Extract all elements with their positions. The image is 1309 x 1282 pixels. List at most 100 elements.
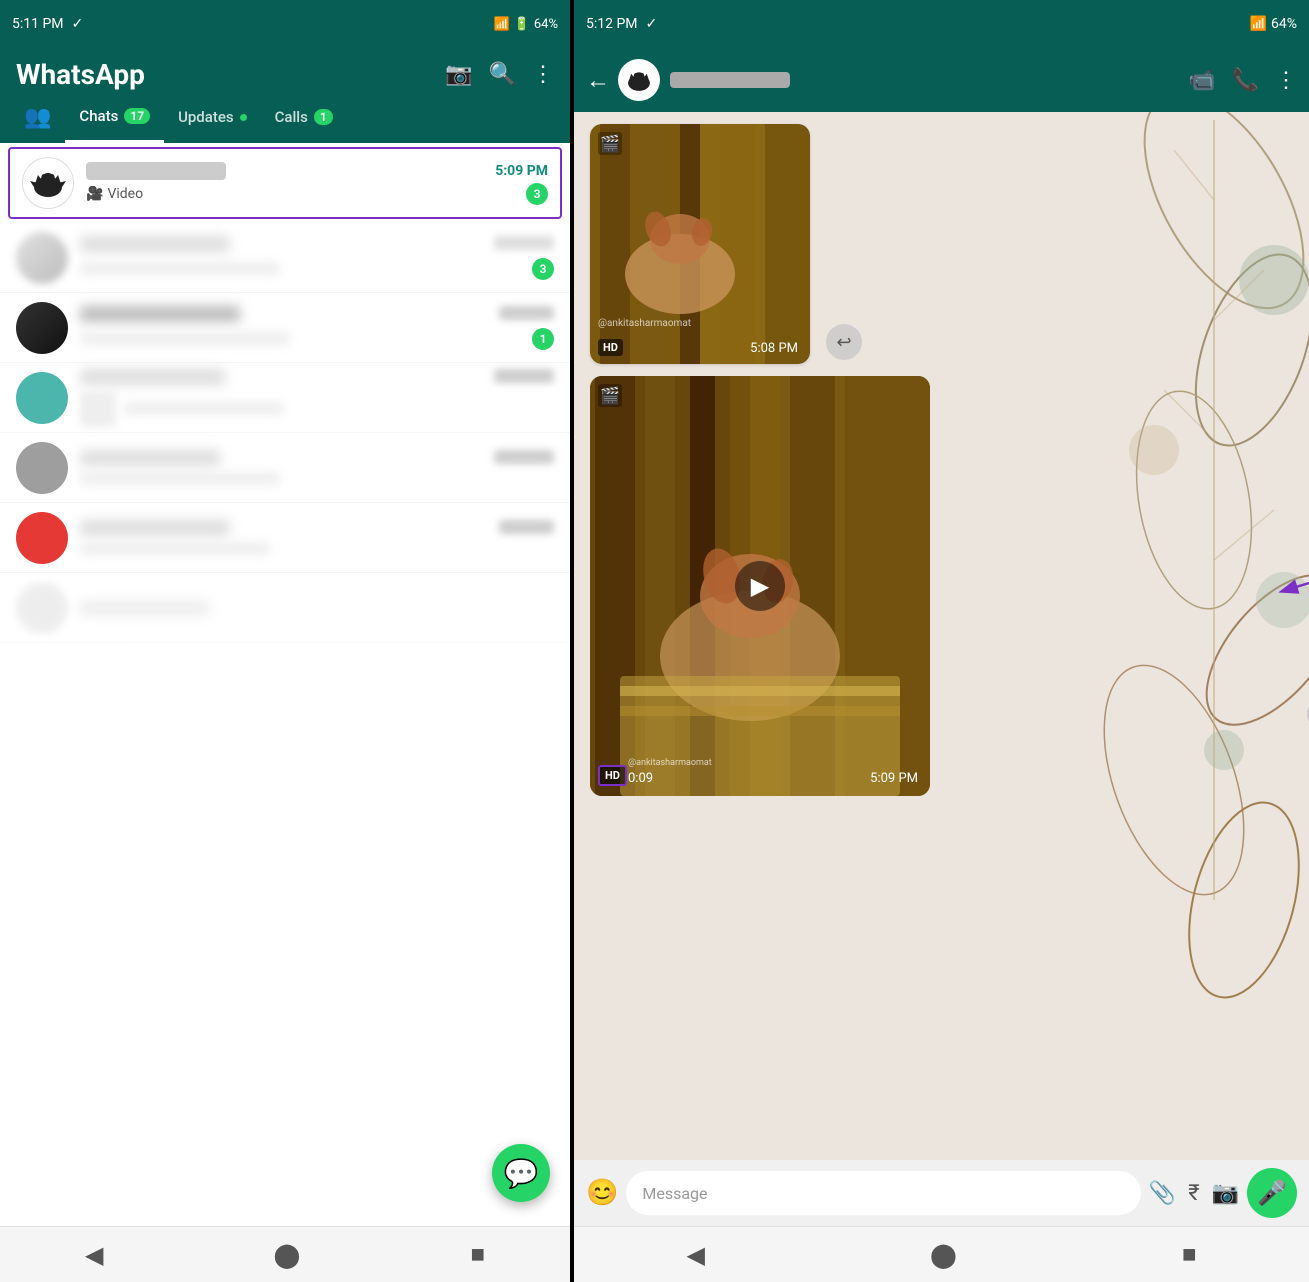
voice-call-icon[interactable]: 📞 <box>1232 68 1259 93</box>
chat-header-icons: 📹 📞 ⋮ <box>1188 68 1297 93</box>
check-icon: ✓ <box>72 16 84 32</box>
avatar-2 <box>16 302 68 354</box>
right-battery: 64% <box>1271 16 1297 32</box>
video-message-2[interactable]: 🎬 ▶ HD 0:09 @ankitasharmaomat 5:09 PM <box>590 376 930 796</box>
video-time-1: 5:08 PM <box>750 341 798 356</box>
right-status-bar: 5:12 PM ✓ 📶 64% <box>574 0 1309 48</box>
left-status-bar: 5:11 PM ✓ 📶 🔋 64% <box>0 0 570 48</box>
chat-fab-icon: 💬 <box>504 1157 539 1190</box>
arrow-annotation <box>1263 556 1309 610</box>
film-icon-1: 🎬 <box>598 132 622 155</box>
attach-icon[interactable]: 📎 <box>1149 1181 1176 1206</box>
video-call-icon[interactable]: 📹 <box>1188 68 1215 93</box>
message-row-1: 🎬 @ankitasharmaomat HD 5:08 PM ↩ <box>590 124 1293 364</box>
input-right-icons: 📎 ₹ 📷 <box>1149 1181 1239 1206</box>
chat-time: 5:09 PM <box>495 163 548 179</box>
right-status-icons: 📶 64% <box>1250 16 1297 32</box>
video-time-2: 5:09 PM <box>870 771 918 786</box>
chat-item-5[interactable] <box>0 503 570 573</box>
header-icons: 📷 🔍 ⋮ <box>445 62 554 87</box>
highlighted-chat[interactable]: 5:09 PM 🎥 Video 3 <box>8 147 562 219</box>
right-check-icon: ✓ <box>646 16 658 32</box>
chat-item-6[interactable] <box>0 573 570 643</box>
chat-name-blurred <box>86 162 226 180</box>
right-time: 5:12 PM <box>586 16 638 32</box>
chat-preview-row: 🎥 Video 3 <box>86 183 548 205</box>
calls-tab[interactable]: Calls 1 <box>261 91 347 143</box>
right-signal-icon: 📶 <box>1250 16 1267 32</box>
camera-input-icon[interactable]: 📷 <box>1212 1181 1239 1206</box>
more-menu-icon[interactable]: ⋮ <box>532 62 554 87</box>
unread-badge: 3 <box>526 183 548 205</box>
chat-item-1[interactable]: 3 <box>0 223 570 293</box>
mic-icon: 🎤 <box>1257 1179 1287 1207</box>
chat-item-3[interactable] <box>0 363 570 433</box>
batman-avatar <box>22 157 74 209</box>
video-duration: 0:09 <box>628 771 653 786</box>
video-cam-icon: 🎥 <box>86 186 103 202</box>
emoji-button[interactable]: 😊 <box>586 1178 618 1208</box>
unread-1: 3 <box>532 258 554 280</box>
home-nav-icon[interactable]: ⬤ <box>274 1241 301 1269</box>
avatar-5 <box>16 512 68 564</box>
chat-more-icon[interactable]: ⋮ <box>1275 68 1297 93</box>
community-tab[interactable]: 👥 <box>10 91 65 143</box>
chat-header-info <box>670 72 1188 88</box>
calls-badge: 1 <box>314 109 333 125</box>
app-title: WhatsApp <box>16 58 145 91</box>
left-nav-bar: ◀ ⬤ ■ <box>0 1226 570 1282</box>
community-icon: 👥 <box>24 105 51 130</box>
highlighted-chat-content: 5:09 PM 🎥 Video 3 <box>86 162 548 205</box>
film-icon-2: 🎬 <box>598 384 622 407</box>
back-nav-icon[interactable]: ◀ <box>85 1241 103 1269</box>
chat-item-4[interactable] <box>0 433 570 503</box>
avatar-6 <box>16 582 68 634</box>
recents-nav-icon[interactable]: ■ <box>470 1240 485 1269</box>
right-panel: 5:12 PM ✓ 📶 64% ← 📹 📞 ⋮ <box>574 0 1309 1282</box>
app-header: WhatsApp 📷 🔍 ⋮ <box>0 48 570 91</box>
left-time: 5:11 PM <box>12 16 64 32</box>
right-back-nav[interactable]: ◀ <box>687 1241 705 1269</box>
battery-text: 64% <box>534 17 558 32</box>
avatar-3 <box>16 372 68 424</box>
camera-icon[interactable]: 📷 <box>445 62 472 87</box>
right-time-section: 5:12 PM ✓ <box>586 16 657 32</box>
chat-name-row: 5:09 PM <box>86 162 548 180</box>
hd-badge-1: HD <box>598 339 623 356</box>
message-input[interactable]: Message <box>626 1171 1140 1215</box>
avatar-1 <box>16 232 68 284</box>
chat-list: 5:09 PM 🎥 Video 3 <box>0 143 570 1226</box>
chats-tab[interactable]: Chats 17 <box>65 91 164 143</box>
message-row-2: 🎬 ▶ HD 0:09 @ankitasharmaomat 5:09 PM <box>590 376 1293 796</box>
new-chat-fab[interactable]: 💬 <box>492 1144 550 1202</box>
chat-item-2[interactable]: 1 <box>0 293 570 363</box>
chat-preview: 🎥 Video <box>86 186 143 202</box>
watermark-2: @ankitasharmaomat <box>628 758 712 768</box>
play-button[interactable]: ▶ <box>735 561 785 611</box>
video-message-1[interactable]: 🎬 @ankitasharmaomat HD 5:08 PM <box>590 124 810 364</box>
right-home-nav[interactable]: ⬤ <box>930 1241 957 1269</box>
video-thumb-1[interactable]: 🎬 @ankitasharmaomat HD 5:08 PM <box>590 124 810 364</box>
status-time-left: 5:11 PM ✓ <box>12 16 83 32</box>
back-button[interactable]: ← <box>586 66 610 95</box>
rupee-icon[interactable]: ₹ <box>1188 1181 1199 1206</box>
forward-button-1[interactable]: ↩ <box>826 324 862 360</box>
unread-2: 1 <box>532 328 554 350</box>
avatar-4 <box>16 442 68 494</box>
updates-dot <box>240 114 247 121</box>
mic-button[interactable]: 🎤 <box>1247 1168 1297 1218</box>
chat-header: ← 📹 📞 ⋮ <box>574 48 1309 112</box>
signal-icon: 📶 <box>493 17 509 32</box>
chats-label: Chats <box>79 107 118 125</box>
messages-area: 🎬 @ankitasharmaomat HD 5:08 PM ↩ <box>574 112 1309 1160</box>
message-placeholder: Message <box>642 1184 707 1203</box>
right-recents-nav[interactable]: ■ <box>1182 1240 1197 1269</box>
search-icon[interactable]: 🔍 <box>489 62 516 87</box>
video-label: Video <box>107 186 143 202</box>
updates-tab[interactable]: Updates <box>164 91 261 143</box>
wifi-icon: 🔋 <box>514 17 530 32</box>
chat-contact-avatar[interactable] <box>618 59 660 101</box>
contact-name-blurred <box>670 72 790 88</box>
chats-badge: 17 <box>124 108 150 124</box>
tabs-bar: 👥 Chats 17 Updates Calls 1 <box>0 91 570 143</box>
